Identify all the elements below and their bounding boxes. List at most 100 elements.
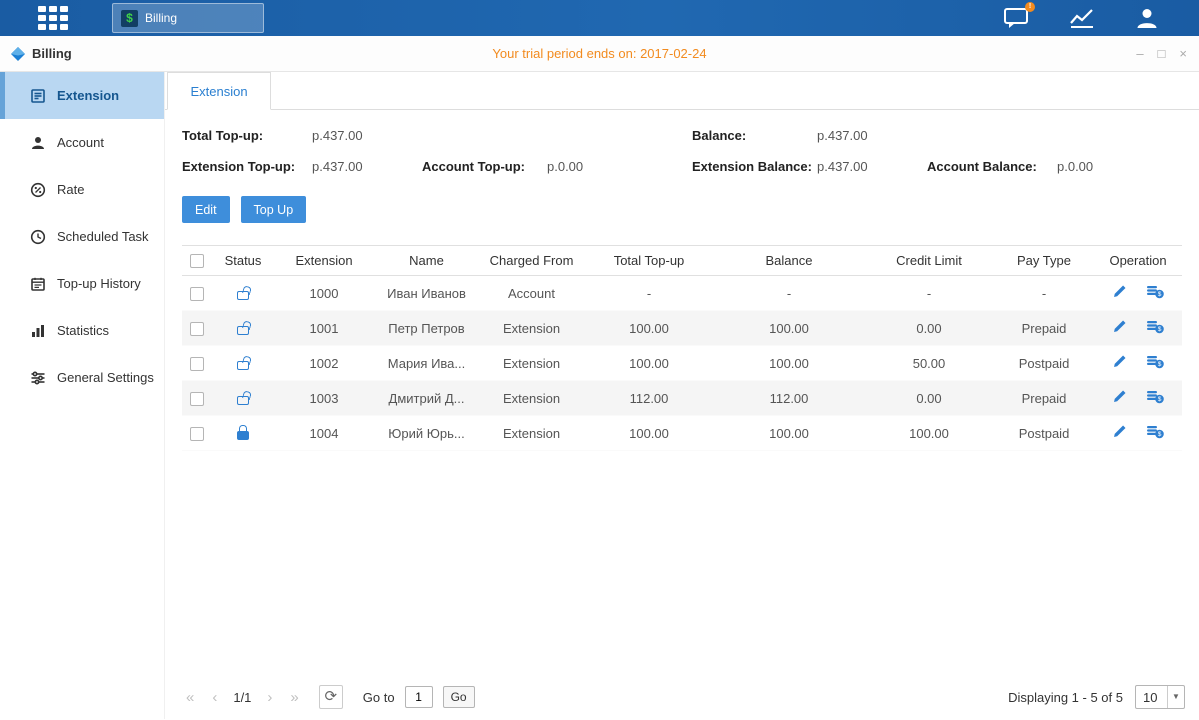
maximize-button[interactable]: □ xyxy=(1158,47,1166,61)
edit-icon[interactable] xyxy=(1112,319,1127,337)
window-titlebar: Billing Your trial period ends on: 2017-… xyxy=(0,36,1199,72)
col-header-total-topup: Total Top-up xyxy=(584,246,714,276)
go-button[interactable]: Go xyxy=(443,686,475,708)
cell-charged-from: Extension xyxy=(479,346,584,381)
table-row: 1001 Петр Петров Extension 100.00 100.00… xyxy=(182,311,1182,346)
page-size-select[interactable]: 10 ▼ xyxy=(1135,685,1185,709)
last-page-button[interactable]: » xyxy=(286,689,302,706)
tab-extension[interactable]: Extension xyxy=(167,72,271,110)
edit-icon[interactable] xyxy=(1112,424,1127,442)
sidebar-item-label: Account xyxy=(57,135,104,150)
pagination-bar: « ‹ 1/1 › » ⟳ Go to Go Displaying 1 - 5 … xyxy=(182,685,1185,709)
account-topup-label: Account Top-up: xyxy=(422,159,525,174)
sidebar-item-label: Top-up History xyxy=(57,276,141,291)
billing-dollar-icon: $ xyxy=(121,10,138,27)
top-up-button[interactable]: Top Up xyxy=(241,196,307,223)
cell-name: Иван Иванов xyxy=(374,276,479,311)
first-page-button[interactable]: « xyxy=(182,689,198,706)
cell-total-topup: 112.00 xyxy=(584,381,714,416)
close-button[interactable]: × xyxy=(1179,47,1187,61)
sidebar-item-topup-history[interactable]: Top-up History xyxy=(0,260,164,307)
sidebar-item-account[interactable]: Account xyxy=(0,119,164,166)
sidebar-item-label: Scheduled Task xyxy=(57,229,149,244)
sidebar-item-extension[interactable]: Extension xyxy=(0,72,164,119)
page-size-value: 10 xyxy=(1136,690,1167,705)
cell-balance: 100.00 xyxy=(714,346,864,381)
col-header-charged-from: Charged From xyxy=(479,246,584,276)
cell-name: Петр Петров xyxy=(374,311,479,346)
topup-icon[interactable]: $ xyxy=(1147,354,1164,372)
edit-icon[interactable] xyxy=(1112,389,1127,407)
cell-extension: 1001 xyxy=(274,311,374,346)
account-balance-value: p.0.00 xyxy=(1057,159,1093,174)
sidebar-item-statistics[interactable]: Statistics xyxy=(0,307,164,354)
sidebar-item-label: Extension xyxy=(57,88,119,103)
rate-icon xyxy=(30,182,46,198)
taskbar-tab-label: Billing xyxy=(145,11,177,25)
apps-grid-icon[interactable] xyxy=(38,6,68,30)
svg-text:$: $ xyxy=(1158,291,1162,298)
select-all-checkbox[interactable] xyxy=(190,254,204,268)
main-panel: Extension Total Top-up: p.437.00 Balance… xyxy=(165,72,1199,719)
edit-button[interactable]: Edit xyxy=(182,196,230,223)
svg-text:$: $ xyxy=(1158,396,1162,403)
cell-total-topup: 100.00 xyxy=(584,416,714,451)
topup-icon[interactable]: $ xyxy=(1147,424,1164,442)
status-lock-icon xyxy=(237,431,249,440)
cell-credit-limit: 50.00 xyxy=(864,346,994,381)
row-checkbox[interactable] xyxy=(190,427,204,441)
sidebar-item-rate[interactable]: Rate xyxy=(0,166,164,213)
col-header-operation: Operation xyxy=(1094,246,1182,276)
refresh-button[interactable]: ⟳ xyxy=(319,685,343,709)
history-calendar-icon xyxy=(30,276,46,292)
extension-icon xyxy=(30,88,46,104)
row-checkbox[interactable] xyxy=(190,322,204,336)
total-topup-value: p.437.00 xyxy=(312,128,363,143)
cell-balance: 100.00 xyxy=(714,311,864,346)
table-row: 1004 Юрий Юрь... Extension 100.00 100.00… xyxy=(182,416,1182,451)
extension-topup-label: Extension Top-up: xyxy=(182,159,295,174)
edit-icon[interactable] xyxy=(1112,284,1127,302)
prev-page-button[interactable]: ‹ xyxy=(208,689,221,706)
cell-name: Юрий Юрь... xyxy=(374,416,479,451)
extensions-table: Status Extension Name Charged From Total… xyxy=(182,245,1182,451)
sidebar-item-label: Rate xyxy=(57,182,84,197)
cell-credit-limit: 0.00 xyxy=(864,311,994,346)
status-lock-icon xyxy=(237,396,249,405)
balance-label: Balance: xyxy=(692,128,746,143)
messages-icon[interactable]: ! xyxy=(1003,7,1029,29)
topup-icon[interactable]: $ xyxy=(1147,389,1164,407)
sidebar-item-scheduled-task[interactable]: Scheduled Task xyxy=(0,213,164,260)
svg-text:$: $ xyxy=(1158,431,1162,438)
extension-balance-label: Extension Balance: xyxy=(692,159,812,174)
cell-name: Дмитрий Д... xyxy=(374,381,479,416)
cell-total-topup: 100.00 xyxy=(584,311,714,346)
row-checkbox[interactable] xyxy=(190,287,204,301)
settings-sliders-icon xyxy=(30,370,46,386)
table-row: 1002 Мария Ива... Extension 100.00 100.0… xyxy=(182,346,1182,381)
sidebar: Extension Account Rate Scheduled Task xyxy=(0,72,165,719)
user-account-icon[interactable] xyxy=(1135,6,1159,30)
extension-topup-value: p.437.00 xyxy=(312,159,363,174)
col-header-credit-limit: Credit Limit xyxy=(864,246,994,276)
taskbar-tab-billing[interactable]: $ Billing xyxy=(112,3,264,33)
sidebar-item-general-settings[interactable]: General Settings xyxy=(0,354,164,401)
reports-chart-icon[interactable] xyxy=(1069,7,1095,29)
cell-charged-from: Extension xyxy=(479,311,584,346)
topup-icon[interactable]: $ xyxy=(1147,319,1164,337)
cell-total-topup: 100.00 xyxy=(584,346,714,381)
goto-label: Go to xyxy=(363,690,395,705)
col-header-extension: Extension xyxy=(274,246,374,276)
next-page-button[interactable]: › xyxy=(263,689,276,706)
account-balance-label: Account Balance: xyxy=(927,159,1037,174)
total-topup-label: Total Top-up: xyxy=(182,128,263,143)
goto-page-input[interactable] xyxy=(405,686,433,708)
row-checkbox[interactable] xyxy=(190,392,204,406)
topup-icon[interactable]: $ xyxy=(1147,284,1164,302)
row-checkbox[interactable] xyxy=(190,357,204,371)
cell-name: Мария Ива... xyxy=(374,346,479,381)
cell-extension: 1002 xyxy=(274,346,374,381)
minimize-button[interactable]: – xyxy=(1136,47,1143,61)
cell-extension: 1000 xyxy=(274,276,374,311)
edit-icon[interactable] xyxy=(1112,354,1127,372)
